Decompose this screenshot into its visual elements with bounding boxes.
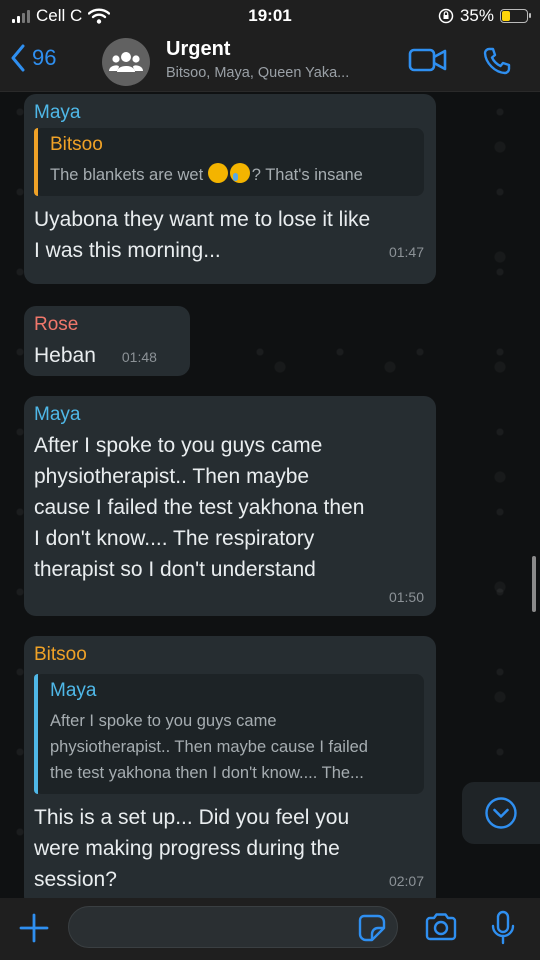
battery-icon xyxy=(500,9,531,23)
message-text-line: I was this morning... xyxy=(34,239,221,262)
message-time: 01:50 xyxy=(388,589,424,605)
back-button[interactable]: 96 xyxy=(10,44,56,72)
message-last-line: session? 02:07 xyxy=(34,864,424,895)
group-info[interactable]: Urgent Bitsoo, Maya, Queen Yaka... xyxy=(166,38,396,81)
sticker-icon[interactable] xyxy=(358,914,386,942)
quoted-message[interactable]: Bitsoo The blankets are wet ? That's ins… xyxy=(34,128,424,196)
microphone-icon[interactable] xyxy=(490,910,516,946)
plus-icon[interactable] xyxy=(18,912,50,944)
message-text-line: session? xyxy=(34,868,117,891)
message-text: Heban xyxy=(34,344,96,367)
message-time: 01:48 xyxy=(121,349,157,365)
message-sender: Maya xyxy=(34,404,81,425)
quoted-text-line: physiotherapist.. Then maybe cause I fai… xyxy=(50,738,368,756)
message-text-line: were making progress during the xyxy=(34,837,340,860)
scroll-to-bottom-button[interactable] xyxy=(462,782,540,844)
quoted-text-start: The blankets are wet xyxy=(50,166,204,184)
group-title: Urgent xyxy=(166,38,231,60)
back-chevron-icon xyxy=(11,44,25,72)
message-text-line: This is a set up... Did you feel you xyxy=(34,806,350,829)
group-members: Bitsoo, Maya, Queen Yaka... xyxy=(166,65,350,81)
message-time: 01:47 xyxy=(388,244,424,260)
quoted-text-line: After I spoke to you guys came xyxy=(50,712,277,730)
message-text-line: I don't know.... The respiratory xyxy=(34,527,315,550)
status-right: 35% xyxy=(438,6,531,26)
quoted-text-end: ? That's insane xyxy=(251,166,363,184)
message-bubble[interactable]: Bitsoo Maya After I spoke to you guys ca… xyxy=(24,636,436,898)
phone-call-icon[interactable] xyxy=(482,46,512,76)
quoted-author: Maya xyxy=(50,680,97,701)
message-sender: Rose xyxy=(34,314,79,335)
camera-icon[interactable] xyxy=(424,912,458,942)
status-bar: Cell C 19:01 35% xyxy=(0,0,540,32)
message-input[interactable] xyxy=(68,906,398,948)
message-bubble[interactable]: Maya After I spoke to you guys came phys… xyxy=(24,396,436,616)
message-sender: Bitsoo xyxy=(34,644,87,665)
message-text-line: cause I failed the test yakhona then xyxy=(34,496,365,519)
quoted-text-line: the test yakhona then I don't know.... T… xyxy=(50,764,364,782)
quoted-message[interactable]: Maya After I spoke to you guys came phys… xyxy=(34,674,424,794)
message-text-line: physiotherapist.. Then maybe xyxy=(34,465,310,488)
message-last-line: Heban 01:48 xyxy=(34,340,178,371)
message-sender: Maya xyxy=(34,102,81,123)
scrollbar[interactable] xyxy=(532,556,536,612)
video-call-icon[interactable] xyxy=(408,46,448,74)
message-last-line: I was this morning... 01:47 xyxy=(34,235,424,266)
chat-header: 96 Urgent Bitsoo, Maya, Queen Yaka... xyxy=(0,32,540,92)
message-text-line: therapist so I don't understand xyxy=(34,558,316,581)
chat-area[interactable]: Maya Bitsoo The blankets are wet ? That'… xyxy=(0,92,540,898)
loudly-crying-face-emoji xyxy=(229,163,250,183)
unread-count: 96 xyxy=(32,45,57,70)
message-text-line: Uyabona they want me to lose it like xyxy=(34,208,371,231)
group-avatar-icon[interactable] xyxy=(102,38,150,86)
chevron-down-circle-icon xyxy=(485,797,517,829)
quoted-author: Bitsoo xyxy=(50,134,103,155)
message-input-bar xyxy=(0,898,540,960)
message-bubble[interactable]: Rose Heban 01:48 xyxy=(24,306,190,376)
battery-fill xyxy=(502,11,511,21)
message-time: 02:07 xyxy=(388,873,424,889)
orientation-lock-icon xyxy=(438,8,454,24)
message-bubble[interactable]: Maya Bitsoo The blankets are wet ? That'… xyxy=(24,94,436,284)
weary-face-emoji xyxy=(207,163,228,183)
quoted-text: The blankets are wet ? That's insane xyxy=(50,162,414,188)
battery-percent: 35% xyxy=(459,6,494,25)
message-text-line: After I spoke to you guys came xyxy=(34,434,323,457)
